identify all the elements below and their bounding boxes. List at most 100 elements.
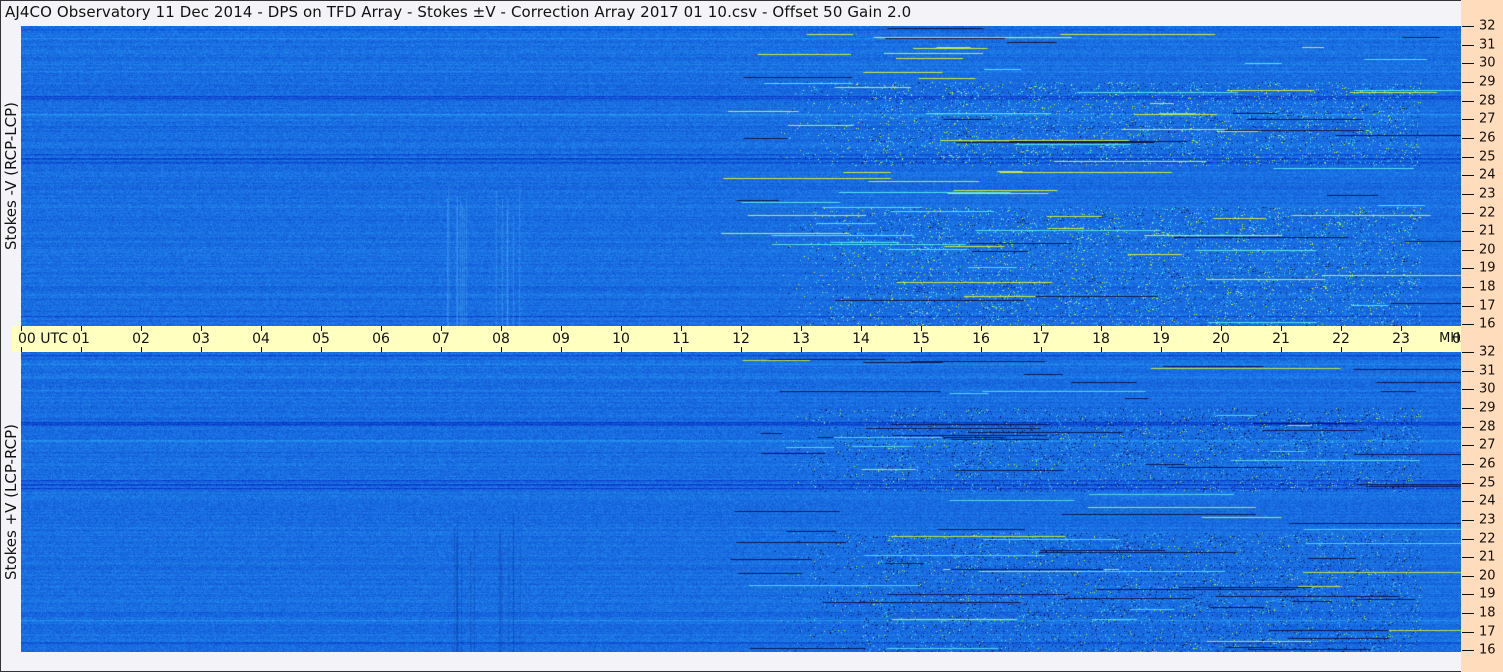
freq-tick: [1462, 305, 1474, 307]
freq-tick-label: 28: [1479, 419, 1496, 435]
freq-tick-label: 23: [1479, 186, 1496, 202]
time-tick-label: 16: [972, 331, 990, 347]
freq-tick-label: 28: [1479, 93, 1496, 109]
time-tick-label: 23: [1392, 331, 1410, 347]
time-tick-label: 09: [552, 331, 570, 347]
freq-tick: [1462, 324, 1474, 326]
freq-tick: [1462, 594, 1474, 596]
freq-tick: [1462, 249, 1474, 251]
freq-tick: [1462, 100, 1474, 102]
freq-tick-label: 31: [1479, 363, 1496, 379]
time-tick-label: 01: [72, 331, 90, 347]
freq-tick: [1462, 426, 1474, 428]
freq-tick-label: 17: [1479, 624, 1496, 640]
freq-tick-label: 18: [1479, 279, 1496, 295]
time-tick: [1161, 326, 1162, 331]
freq-tick-label: 16: [1479, 642, 1496, 658]
spectrogram-bottom-stokes-plus-v: [21, 352, 1461, 652]
time-tick: [1401, 326, 1402, 331]
freq-tick: [1462, 287, 1474, 289]
time-tick: [801, 326, 802, 331]
time-tick-label: 14: [852, 331, 870, 347]
freq-tick: [1462, 137, 1474, 139]
freq-tick-label: 23: [1479, 512, 1496, 528]
freq-tick: [1462, 650, 1474, 652]
time-tick-label: 13: [792, 331, 810, 347]
freq-tick-label: 17: [1479, 298, 1496, 314]
time-tick: [1041, 326, 1042, 331]
freq-tick: [1462, 175, 1474, 177]
time-tick-label: 15: [912, 331, 930, 347]
time-tick: [441, 326, 442, 331]
time-tick: [501, 326, 502, 331]
time-tick-label: 07: [432, 331, 450, 347]
time-tick: [201, 326, 202, 331]
freq-tick-label: 26: [1479, 130, 1496, 146]
freq-tick: [1462, 156, 1474, 158]
freq-tick-label: 24: [1479, 493, 1496, 509]
time-tick: [921, 326, 922, 331]
time-tick-label: 02: [132, 331, 150, 347]
freq-tick-label: 22: [1479, 205, 1496, 220]
time-tick: [621, 326, 622, 331]
time-tick: [1221, 326, 1222, 331]
freq-tick-label: 27: [1479, 437, 1496, 453]
freq-tick-label: 31: [1479, 37, 1496, 53]
freq-tick: [1462, 231, 1474, 233]
freq-tick: [1462, 352, 1474, 353]
time-tick-label: 05: [312, 331, 330, 347]
time-tick-label: 22: [1332, 331, 1350, 347]
time-tick: [81, 326, 82, 331]
time-tick: [1341, 326, 1342, 331]
freq-tick-label: 24: [1479, 167, 1496, 183]
time-axis: 00 UTC 01 02 03 04 05 06 07 08 09 10 11 12 13 14 15 16 17…: [12, 326, 1470, 352]
time-tick: [1281, 326, 1282, 331]
freq-tick-label: 27: [1479, 111, 1496, 127]
time-tick-label: 00 UTC: [17, 331, 69, 347]
freq-tick: [1462, 463, 1474, 465]
time-tick: [1101, 326, 1102, 331]
top-panel-ylabel: Stokes -V (RCP-LCP): [2, 102, 20, 250]
freq-tick: [1462, 119, 1474, 121]
time-tick: [261, 326, 262, 331]
freq-tick: [1462, 63, 1474, 65]
freq-tick: [1462, 519, 1474, 521]
time-tick-label: 06: [372, 331, 390, 347]
time-tick-label: 20: [1212, 331, 1230, 347]
time-tick-label: 12: [732, 331, 750, 347]
freq-tick-label: 21: [1479, 223, 1496, 239]
freq-tick-label: 26: [1479, 456, 1496, 472]
freq-tick: [1462, 268, 1474, 270]
freq-tick-label: 16: [1479, 316, 1496, 332]
freq-tick-label: 18: [1479, 605, 1496, 621]
freq-tick-label: 29: [1479, 400, 1496, 416]
freq-tick: [1462, 631, 1474, 633]
time-tick-label: 10: [612, 331, 630, 347]
freq-tick-label: 20: [1479, 568, 1496, 584]
freq-tick-label: 25: [1479, 149, 1496, 165]
time-tick: [861, 326, 862, 331]
bottom-panel-ylabel: Stokes +V (LCP-RCP): [2, 424, 20, 580]
freq-tick: [1462, 575, 1474, 577]
freq-tick-label: 22: [1479, 531, 1496, 546]
time-tick: [741, 326, 742, 331]
freq-tick-label: 32: [1479, 344, 1496, 360]
freq-tick: [1462, 212, 1474, 214]
time-tick: [321, 326, 322, 331]
freq-tick: [1462, 613, 1474, 615]
time-tick: [21, 326, 22, 331]
time-tick: [981, 326, 982, 331]
freq-tick: [1462, 26, 1474, 27]
freq-tick: [1462, 389, 1474, 391]
time-tick-label: 19: [1152, 331, 1170, 347]
freq-tick-label: 19: [1479, 260, 1496, 276]
time-tick-label: 21: [1272, 331, 1290, 347]
freq-tick-label: 30: [1479, 381, 1496, 397]
time-tick-label: 04: [252, 331, 270, 347]
freq-tick: [1462, 557, 1474, 559]
freq-tick: [1462, 193, 1474, 195]
time-tick-label: 17: [1032, 331, 1050, 347]
time-tick: [141, 326, 142, 331]
freq-tick-label: 29: [1479, 74, 1496, 90]
freq-tick: [1462, 501, 1474, 503]
